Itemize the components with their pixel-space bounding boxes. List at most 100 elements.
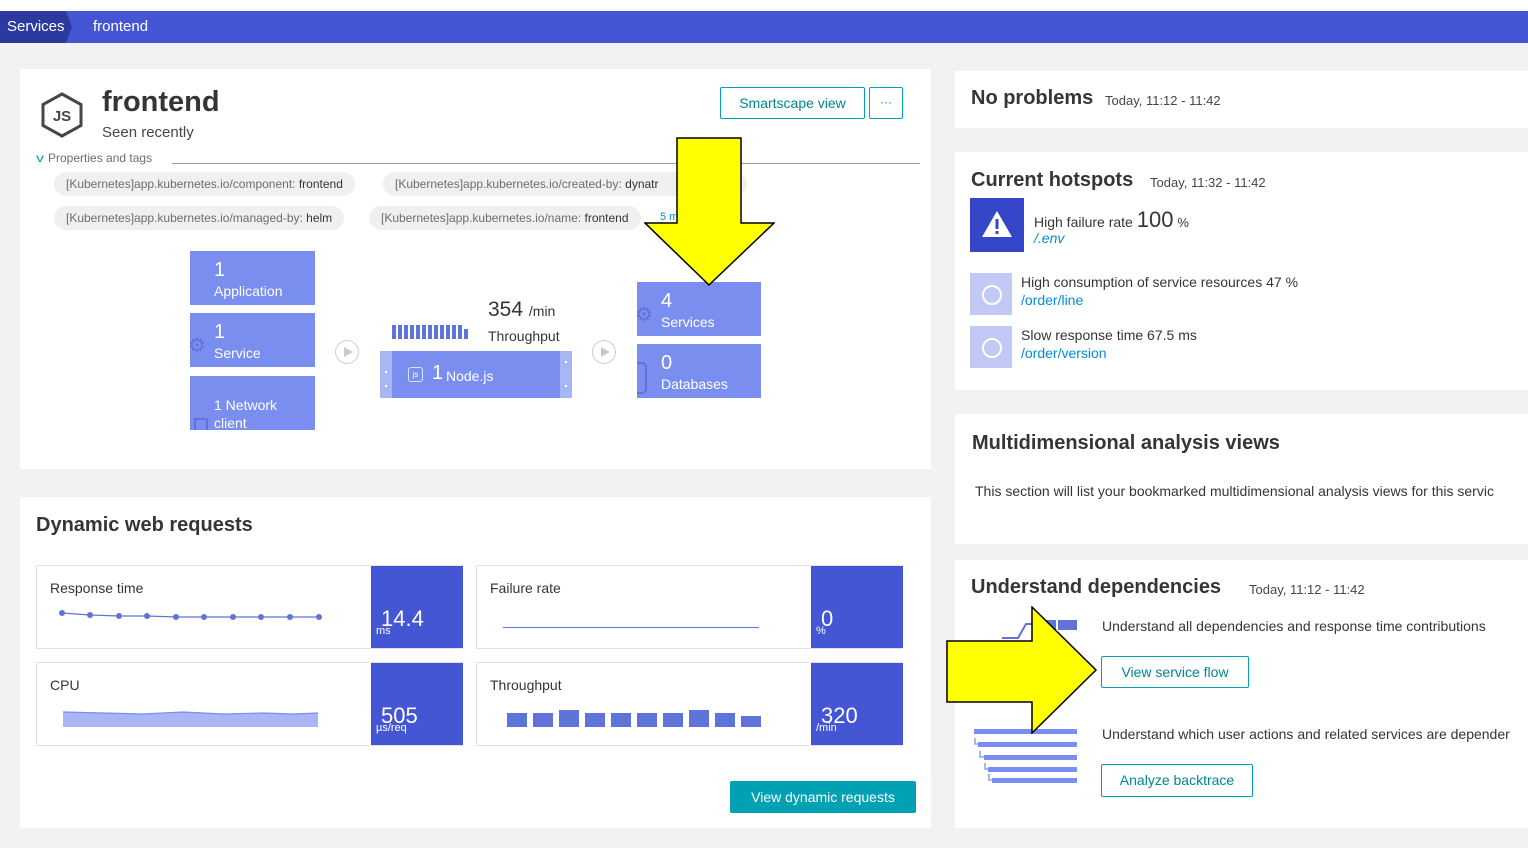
hotspot-text: High failure rate: [1034, 214, 1133, 230]
tile-label: Databases: [661, 376, 728, 392]
page-title: frontend: [102, 86, 220, 118]
metric-title: Failure rate: [490, 580, 561, 596]
dependencies-title: Understand dependencies: [971, 576, 1222, 598]
play-icon[interactable]: [335, 340, 359, 364]
metric-title: Throughput: [490, 677, 562, 693]
hotspot-link[interactable]: /order/line: [1021, 292, 1083, 308]
throughput-metric[interactable]: Throughput 320 /min: [476, 662, 903, 746]
backtrace-description: Understand which user actions and relate…: [1102, 726, 1510, 742]
failure-rate-metric[interactable]: Failure rate 0 %: [476, 565, 903, 649]
process-count: 1: [432, 362, 444, 384]
cpu-area-chart: [63, 711, 319, 727]
failure-rate-sparkline: [503, 627, 759, 628]
metric-value: 0: [821, 606, 834, 631]
tag-key: [Kubernetes]app.kubernetes.io/name:: [381, 211, 582, 225]
gear-icon: ⚙: [635, 304, 653, 326]
gear-icon: ⚙: [188, 335, 206, 357]
cpu-metric[interactable]: CPU 505 µs/req: [36, 662, 463, 746]
process-label: Node.js: [446, 368, 494, 384]
analyze-backtrace-button[interactable]: Analyze backtrace: [1101, 764, 1253, 797]
tag-chip[interactable]: [Kubernetes]app.kubernetes.io/managed-by…: [54, 206, 345, 230]
hotspot-link[interactable]: /.env: [1034, 230, 1064, 246]
tile-count: 0: [661, 352, 673, 374]
tag-value: helm: [306, 211, 333, 225]
throughput-label: Throughput: [488, 328, 560, 344]
throughput-unit: /min: [528, 303, 556, 319]
dynamic-requests-title: Dynamic web requests: [36, 514, 253, 536]
hotspot-link[interactable]: /order/version: [1021, 345, 1107, 361]
warning-triangle-icon: [970, 198, 1024, 252]
response-time-metric[interactable]: Response time 14.4 ms: [36, 565, 463, 649]
tag-key: [Kubernetes]app.kubernetes.io/component:: [66, 177, 296, 191]
metric-value: 14.4: [381, 606, 424, 631]
throughput-value: 354 /min: [488, 298, 555, 322]
page-subtitle: Seen recently: [102, 124, 194, 141]
problems-time: Today, 11:12 - 11:42: [1105, 93, 1221, 108]
tag-key: [Kubernetes]app.kubernetes.io/managed-by…: [66, 211, 303, 225]
tile-count: 1: [214, 321, 226, 343]
tile-label: Service: [214, 345, 261, 361]
metric-title: Response time: [50, 580, 144, 596]
throughput-number: 354: [488, 298, 524, 321]
hotspot-value: 100: [1136, 207, 1174, 232]
tile-label: Services: [661, 314, 715, 330]
tile-count: 1: [214, 259, 226, 281]
properties-toggle[interactable]: v Properties and tags: [36, 151, 153, 165]
play-icon[interactable]: [592, 340, 616, 364]
flow-description: Understand all dependencies and response…: [1102, 618, 1486, 634]
properties-label: Properties and tags: [48, 151, 153, 165]
callee-services-tile[interactable]: ⚙ 4 Services: [635, 282, 761, 336]
backtrace-icon: [974, 729, 1077, 783]
arrow-down-icon: [644, 137, 775, 287]
problems-title: No problems: [971, 87, 1094, 109]
breadcrumb-services[interactable]: Services: [0, 11, 72, 43]
clock-icon: [970, 273, 1012, 315]
chevron-down-icon: v: [36, 151, 44, 165]
database-icon: [637, 362, 647, 394]
hotspots-title: Current hotspots: [971, 169, 1134, 191]
view-service-flow-label: View service flow: [1121, 664, 1229, 680]
cpu-value: 505 µs/req: [371, 663, 463, 745]
svg-text:JS: JS: [53, 108, 71, 125]
analyze-backtrace-label: Analyze backtrace: [1119, 772, 1235, 788]
more-actions-button[interactable]: ···: [869, 87, 903, 119]
tile-label: Application: [214, 283, 283, 299]
breadcrumb: Services frontend: [0, 11, 1528, 43]
throughput-bar-chart: [507, 709, 761, 727]
process-nodejs[interactable]: js 1 Node.js: [392, 351, 560, 398]
response-time-sparkline: [59, 610, 322, 620]
hotspot-unit: %: [1177, 215, 1189, 230]
breadcrumb-current: frontend: [93, 18, 149, 35]
mda-text: This section will list your bookmarked m…: [975, 483, 1494, 499]
tile-count: 4: [661, 290, 673, 312]
callee-databases-tile[interactable]: 0 Databases: [637, 344, 761, 398]
tag-key: [Kubernetes]app.kubernetes.io/created-by…: [395, 177, 622, 191]
clock-icon: [970, 326, 1012, 368]
failure-rate-value: 0 %: [811, 566, 903, 648]
tag-value: frontend: [298, 177, 343, 191]
smartscape-view-button[interactable]: Smartscape view: [720, 87, 865, 119]
throughput-metric-value: 320 /min: [811, 663, 903, 745]
view-dynamic-requests-button[interactable]: View dynamic requests: [730, 781, 916, 813]
caller-application-tile[interactable]: 1 Application: [190, 251, 315, 305]
smartscape-view-label: Smartscape view: [739, 95, 846, 111]
caller-service-tile[interactable]: ⚙ 1 Service: [188, 313, 315, 367]
tag-chip[interactable]: [Kubernetes]app.kubernetes.io/name: fron…: [369, 206, 641, 230]
metric-value: 320: [821, 703, 858, 728]
network-client-icon: [194, 418, 208, 430]
properties-divider: [172, 163, 920, 164]
view-service-flow-button[interactable]: View service flow: [1101, 656, 1249, 688]
mda-title: Multidimensional analysis views: [972, 432, 1280, 454]
tile-label: 1 Network client: [214, 397, 278, 431]
nodejs-hex-icon: JS: [41, 92, 83, 138]
tag-chip[interactable]: [Kubernetes]app.kubernetes.io/component:…: [54, 172, 355, 196]
response-time-value: 14.4 ms: [371, 566, 463, 648]
hotspot-text: High consumption of service resources 47…: [1021, 274, 1299, 290]
hotspots-time: Today, 11:32 - 11:42: [1150, 175, 1266, 190]
hotspot-text: Slow response time 67.5 ms: [1021, 327, 1197, 343]
caller-network-client-tile[interactable]: 1 Network client: [190, 376, 315, 431]
metric-title: CPU: [50, 677, 80, 693]
dependencies-time: Today, 11:12 - 11:42: [1249, 582, 1365, 597]
process-group-tile[interactable]: js 1 Node.js: [380, 351, 572, 398]
throughput-sparkline: [392, 325, 468, 339]
